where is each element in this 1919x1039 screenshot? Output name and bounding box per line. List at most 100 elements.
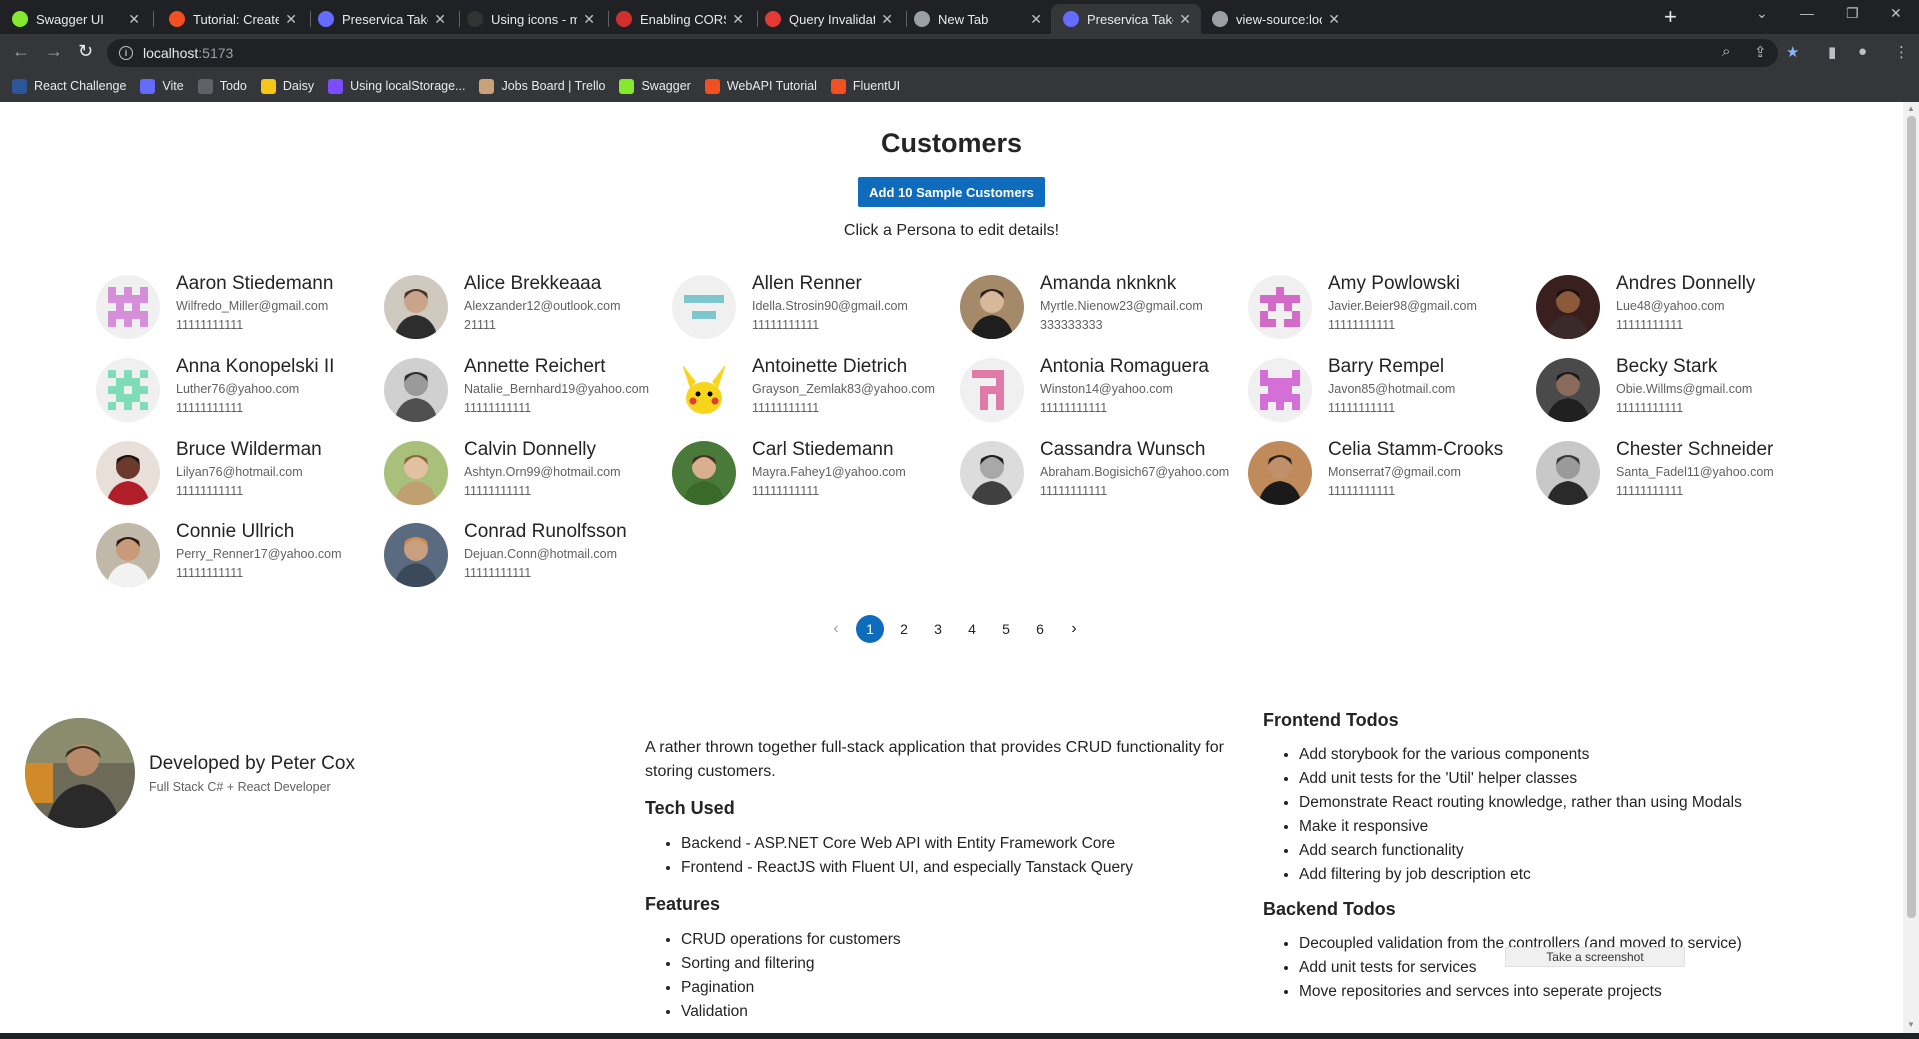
bookmark-star-icon[interactable]: ★: [1786, 43, 1799, 61]
customer-email: Grayson_Zemlak83@yahoo.com: [752, 382, 935, 396]
side-panel-icon[interactable]: ▮: [1828, 43, 1836, 61]
close-tab-icon[interactable]: ✕: [128, 11, 140, 28]
customer-persona[interactable]: Annette Reichert Natalie_Bernhard19@yahoo…: [384, 355, 660, 427]
bookmark-item[interactable]: Todo: [197, 78, 247, 94]
reload-icon[interactable]: ↻: [78, 41, 93, 61]
restore-icon[interactable]: ❐: [1846, 5, 1859, 22]
zoom-icon[interactable]: ⌕: [1722, 43, 1730, 60]
customer-persona[interactable]: Antoinette Dietrich Grayson_Zemlak83@yaho…: [672, 355, 948, 427]
customer-persona[interactable]: Andres Donnelly Lue48@yahoo.com 1111111111…: [1536, 272, 1812, 344]
customer-persona[interactable]: Aaron Stiedemann Wilfredo_Miller@gmail.co…: [96, 272, 372, 344]
close-window-icon[interactable]: ✕: [1890, 5, 1902, 22]
page-5-button[interactable]: 5: [992, 615, 1020, 643]
next-page-button[interactable]: ›: [1060, 615, 1088, 643]
page-2-button[interactable]: 2: [890, 615, 918, 643]
photo-avatar: [96, 523, 160, 587]
customer-persona[interactable]: Antonia Romaguera Winston14@yahoo.com 1111…: [960, 355, 1236, 427]
bookmark-item[interactable]: React Challenge: [12, 78, 126, 94]
bookmark-item[interactable]: WebAPI Tutorial: [704, 78, 817, 94]
close-tab-icon[interactable]: ✕: [1030, 11, 1042, 28]
customer-name: Anna Konopelski II: [176, 356, 335, 377]
customer-email: Ashtyn.Orn99@hotmail.com: [464, 465, 621, 479]
page-4-button[interactable]: 4: [958, 615, 986, 643]
customer-persona[interactable]: Barry Rempel Javon85@hotmail.com 111111111…: [1248, 355, 1524, 427]
browser-tab[interactable]: New Tab ✕: [902, 4, 1052, 34]
bookmark-item[interactable]: FluentUI: [830, 78, 901, 94]
customer-persona[interactable]: Celia Stamm-Crooks Monserrat7@gmail.com 11…: [1248, 438, 1524, 510]
add-sample-customers-button[interactable]: Add 10 Sample Customers: [858, 177, 1045, 207]
address-bar[interactable]: i localhost:5173: [107, 39, 1778, 67]
close-tab-icon[interactable]: ✕: [1179, 11, 1191, 28]
feature-item: Pagination: [681, 976, 1245, 1000]
new-tab-button[interactable]: +: [1664, 6, 1677, 28]
bookmark-item[interactable]: Using localStorage...: [328, 78, 465, 94]
browser-tab[interactable]: Query Invalidation | Ta ✕: [753, 4, 903, 34]
back-icon[interactable]: ←: [12, 41, 30, 61]
browser-tab[interactable]: Swagger UI ✕: [0, 4, 150, 34]
bookmark-item[interactable]: Swagger: [619, 78, 691, 94]
browser-tab[interactable]: Preservica Takehome T ✕: [306, 4, 456, 34]
scroll-up-icon[interactable]: ▲: [1907, 104, 1915, 113]
browser-toolbar: ← → ↻ i localhost:5173 ⌕ ⇪ ★ ▮ ● ⋮: [0, 34, 1919, 70]
customer-persona[interactable]: Chester Schneider Santa_Fadel11@yahoo.com…: [1536, 438, 1812, 510]
page-3-button[interactable]: 3: [924, 615, 952, 643]
tab-title: Enabling CORS in ASP.: [640, 11, 726, 27]
forward-icon[interactable]: →: [45, 41, 63, 61]
tab-title: Tutorial: Create a web: [193, 11, 280, 27]
close-tab-icon[interactable]: ✕: [1328, 11, 1340, 28]
bookmark-item[interactable]: Vite: [140, 78, 184, 94]
customer-persona[interactable]: Amy Powlowski Javier.Beier98@gmail.com 111…: [1248, 272, 1524, 344]
customer-persona[interactable]: Alice Brekkeaaa Alexzander12@outlook.com 2…: [384, 272, 660, 344]
bookmark-label: Daisy: [282, 79, 315, 93]
persona-details: Anna Konopelski II Luther76@yahoo.com 1111…: [176, 355, 372, 417]
customer-email: Wilfredo_Miller@gmail.com: [176, 299, 329, 313]
previous-page-button[interactable]: ‹: [822, 615, 850, 643]
scrollbar-thumb[interactable]: [1907, 116, 1916, 918]
page-1-button[interactable]: 1: [856, 615, 884, 643]
bookmark-label: FluentUI: [852, 79, 901, 93]
customer-persona[interactable]: Carl Stiedemann Mayra.Fahey1@yahoo.com 111…: [672, 438, 948, 510]
profile-icon[interactable]: ●: [1858, 43, 1867, 60]
page-6-button[interactable]: 6: [1026, 615, 1054, 643]
customer-name: Connie Ullrich: [176, 521, 295, 542]
photo-avatar: [1536, 441, 1600, 505]
site-info-icon[interactable]: i: [119, 46, 133, 60]
customer-persona[interactable]: Conrad Runolfsson Dejuan.Conn@hotmail.com…: [384, 520, 660, 592]
customer-persona[interactable]: Calvin Donnelly Ashtyn.Orn99@hotmail.com 1…: [384, 438, 660, 510]
browser-tab[interactable]: Preservica Takehome T ✕: [1051, 4, 1201, 34]
customer-persona[interactable]: Connie Ullrich Perry_Renner17@yahoo.com 11…: [96, 520, 372, 592]
close-tab-icon[interactable]: ✕: [583, 11, 595, 28]
diamond-icon: [616, 11, 632, 27]
menu-icon[interactable]: ⋮: [1894, 43, 1909, 61]
share-icon[interactable]: ⇪: [1754, 43, 1767, 61]
customer-persona[interactable]: Anna Konopelski II Luther76@yahoo.com 1111…: [96, 355, 372, 427]
minimize-icon[interactable]: —: [1800, 5, 1814, 21]
customer-persona[interactable]: Amanda nknknk Myrtle.Nienow23@gmail.com 33…: [960, 272, 1236, 344]
app-page: Customers Add 10 Sample Customers Click …: [0, 102, 1903, 1033]
browser-tab[interactable]: Tutorial: Create a web ✕: [157, 4, 307, 34]
browser-tab[interactable]: view-source:localhost: ✕: [1200, 4, 1350, 34]
persona-details: Calvin Donnelly Ashtyn.Orn99@hotmail.com 1…: [464, 438, 660, 500]
customer-persona[interactable]: Bruce Wilderman Lilyan76@hotmail.com 11111…: [96, 438, 372, 510]
browser-tab[interactable]: Enabling CORS in ASP. ✕: [604, 4, 754, 34]
close-tab-icon[interactable]: ✕: [434, 11, 446, 28]
close-tab-icon[interactable]: ✕: [732, 11, 744, 28]
persona-details: Alice Brekkeaaa Alexzander12@outlook.com 2…: [464, 272, 660, 334]
customer-phone: 11111111111: [1616, 484, 1684, 498]
bookmark-item[interactable]: Daisy: [260, 78, 315, 94]
browser-tab[interactable]: Using icons - microsof ✕: [455, 4, 605, 34]
customer-persona[interactable]: Allen Renner Idella.Strosin90@gmail.com 11…: [672, 272, 948, 344]
persona-details: Chester Schneider Santa_Fadel11@yahoo.com…: [1616, 438, 1812, 500]
close-tab-icon[interactable]: ✕: [285, 11, 297, 28]
bookmark-item[interactable]: Jobs Board | Trello: [479, 78, 605, 94]
feature-item: Validation: [681, 1000, 1245, 1024]
customer-persona[interactable]: Cassandra Wunsch Abraham.Bogisich67@yahoo…: [960, 438, 1236, 510]
customer-phone: 11111111111: [1328, 484, 1396, 498]
photo-avatar: [960, 275, 1024, 339]
page-scrollbar[interactable]: ▲ ▼: [1903, 102, 1919, 1033]
close-tab-icon[interactable]: ✕: [881, 11, 893, 28]
scroll-down-icon[interactable]: ▼: [1907, 1020, 1915, 1029]
customer-name: Antoinette Dietrich: [752, 356, 908, 377]
customer-persona[interactable]: Becky Stark Obie.Willms@gmail.com 11111111…: [1536, 355, 1812, 427]
tab-search-icon[interactable]: ⌄: [1756, 5, 1768, 22]
